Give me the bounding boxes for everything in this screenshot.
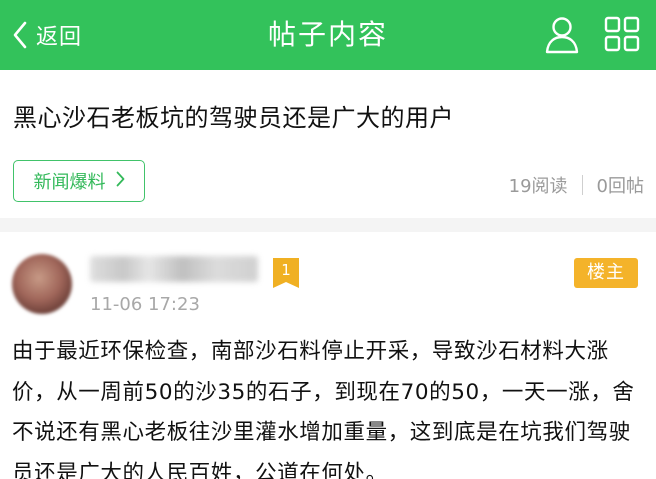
top-nav-bar: 返回 帖子内容	[0, 0, 656, 70]
menu-grid-button[interactable]	[600, 14, 644, 56]
category-label: 新闻爆料	[33, 172, 106, 193]
read-count: 19阅读	[508, 176, 568, 197]
reply-count: 0回帖	[596, 176, 644, 197]
post-stats: 19阅读 0回帖	[509, 172, 644, 198]
user-icon	[540, 17, 584, 60]
user-button[interactable]	[540, 14, 584, 56]
blurred-name-mask	[90, 256, 258, 282]
stats-divider	[581, 175, 583, 195]
username-blurred[interactable]	[90, 256, 258, 282]
original-poster-badge: 楼主	[574, 258, 638, 288]
post-timestamp: 11-06 17:23	[90, 294, 200, 315]
post-title: 黑心沙石老板坑的驾驶员还是广大的用户	[13, 104, 454, 132]
post-detail-screen: 返回 帖子内容 黑心沙石老板坑的驾驶员还是广大的用户 新闻爆料 19阅读 0回帖…	[0, 0, 656, 479]
post-header: 黑心沙石老板坑的驾驶员还是广大的用户 新闻爆料 19阅读 0回帖	[0, 70, 656, 218]
reply-item: 1 11-06 17:23 楼主 由于最近环保检查，南部沙石料停止开采，导致沙石…	[0, 232, 656, 479]
chevron-right-icon	[116, 171, 125, 192]
category-tag-button[interactable]: 新闻爆料	[13, 160, 145, 202]
level-badge: 1	[273, 258, 299, 288]
avatar[interactable]	[12, 254, 72, 314]
grid-icon	[600, 16, 644, 60]
post-body: 由于最近环保检查，南部沙石料停止开采，导致沙石材料大涨价，从一周前50的沙35的…	[12, 339, 635, 479]
